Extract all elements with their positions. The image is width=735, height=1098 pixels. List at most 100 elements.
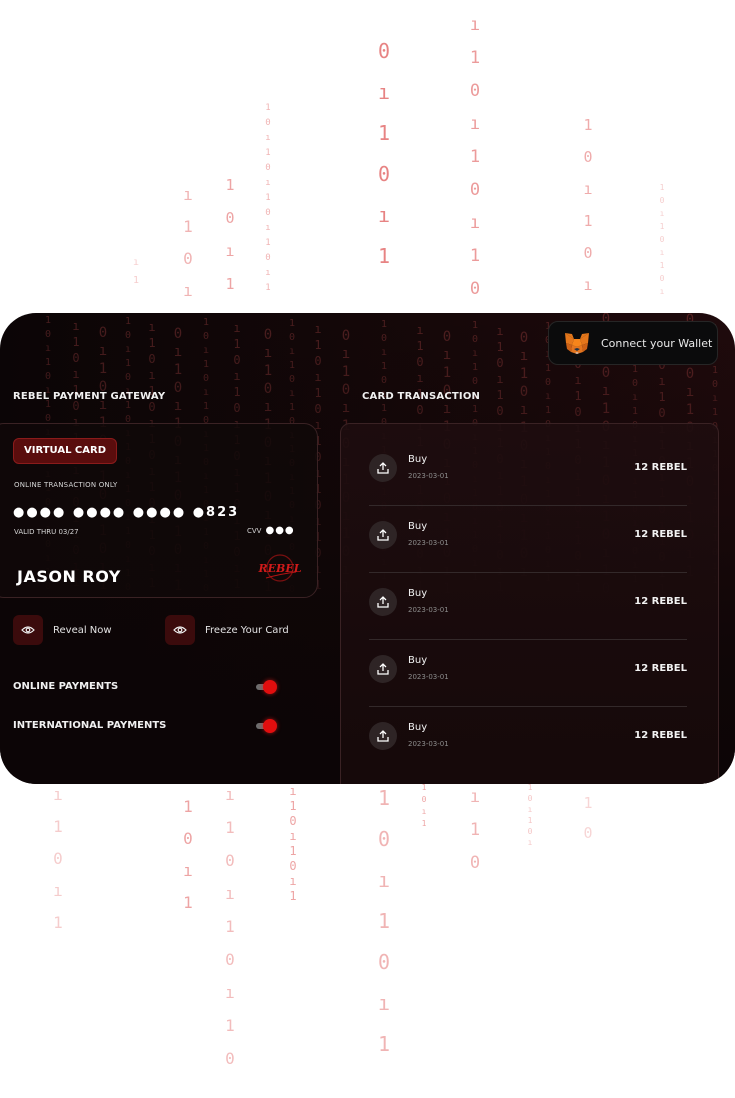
svg-text:1: 1	[45, 357, 51, 368]
card-number: ●●●● ●●●● ●●●● ●823	[13, 505, 240, 520]
svg-text:0: 0	[125, 372, 131, 383]
svg-text:ı: ı	[660, 209, 665, 218]
svg-text:1: 1	[225, 818, 235, 837]
svg-text:ı: ı	[233, 369, 240, 383]
svg-text:0: 0	[496, 404, 503, 418]
svg-text:ı: ı	[174, 398, 182, 414]
svg-text:ı: ı	[496, 372, 503, 386]
international-payments-toggle[interactable]	[256, 719, 278, 733]
svg-text:ı: ı	[658, 374, 665, 388]
svg-text:1: 1	[342, 364, 350, 380]
connect-wallet-button[interactable]: Connect your Wallet	[548, 321, 718, 365]
svg-text:0: 0	[203, 331, 209, 342]
svg-text:ı: ı	[342, 400, 350, 416]
transaction-row[interactable]: Buy 2023-03-01 12 REBEL	[369, 444, 687, 494]
svg-text:1: 1	[545, 405, 551, 416]
svg-text:1: 1	[470, 147, 480, 167]
svg-text:ı: ı	[520, 348, 528, 364]
svg-text:1: 1	[289, 889, 296, 903]
svg-text:ı: ı	[416, 371, 423, 385]
svg-text:1: 1	[660, 183, 665, 192]
svg-text:0: 0	[233, 353, 240, 367]
svg-text:0: 0	[265, 118, 270, 128]
svg-text:1: 1	[265, 103, 270, 113]
svg-text:1: 1	[183, 797, 193, 816]
cvv-label: CVV	[247, 527, 262, 535]
svg-text:1: 1	[125, 316, 131, 327]
svg-text:1: 1	[289, 360, 295, 371]
svg-text:0: 0	[470, 853, 480, 873]
svg-text:1: 1	[265, 238, 270, 248]
svg-text:0: 0	[265, 253, 270, 263]
transaction-amount: 12 REBEL	[634, 462, 687, 473]
svg-text:ı: ı	[632, 392, 638, 403]
svg-text:1: 1	[520, 366, 528, 382]
svg-text:0: 0	[443, 329, 451, 345]
online-only-label: ONLINE TRANSACTION ONLY	[14, 481, 118, 489]
transaction-row[interactable]: Buy 2023-03-01 12 REBEL	[369, 645, 687, 695]
svg-text:0: 0	[264, 381, 272, 397]
svg-text:1: 1	[289, 318, 295, 329]
svg-text:0: 0	[378, 827, 390, 851]
svg-text:1: 1	[133, 275, 139, 286]
svg-text:ı: ı	[686, 384, 694, 400]
svg-text:0: 0	[225, 1049, 235, 1068]
svg-text:1: 1	[174, 362, 182, 378]
reveal-now-label: Reveal Now	[53, 624, 112, 636]
transaction-date: 2023-03-01	[408, 539, 449, 547]
svg-text:0: 0	[545, 377, 551, 388]
svg-text:ı: ı	[470, 114, 480, 134]
svg-text:ı: ı	[289, 346, 295, 357]
svg-text:1: 1	[378, 786, 390, 810]
svg-text:1: 1	[443, 365, 451, 381]
transaction-row[interactable]: Buy 2023-03-01 12 REBEL	[369, 511, 687, 561]
svg-text:ı: ı	[53, 785, 63, 804]
transaction-type: Buy	[408, 655, 428, 666]
svg-text:ı: ı	[378, 80, 390, 104]
svg-text:0: 0	[378, 39, 390, 63]
transaction-type: Buy	[408, 521, 428, 532]
svg-text:1: 1	[265, 148, 270, 158]
rebel-logo-text: REBEL	[258, 562, 302, 575]
svg-text:1: 1	[53, 913, 63, 932]
svg-text:0: 0	[289, 374, 295, 385]
transaction-date: 2023-03-01	[408, 606, 449, 614]
upload-icon	[369, 521, 397, 549]
svg-text:ı: ı	[528, 838, 533, 847]
svg-text:0: 0	[583, 244, 592, 262]
svg-text:1: 1	[528, 816, 533, 825]
freeze-card-button[interactable]: Freeze Your Card	[165, 615, 289, 645]
svg-text:0: 0	[183, 249, 193, 268]
transaction-date: 2023-03-01	[408, 472, 449, 480]
svg-text:1: 1	[602, 401, 610, 417]
svg-text:1: 1	[183, 217, 193, 236]
svg-text:0: 0	[99, 325, 107, 341]
svg-text:ı: ı	[289, 829, 296, 843]
svg-text:0: 0	[45, 371, 51, 382]
svg-text:ı: ı	[203, 345, 209, 356]
svg-text:1: 1	[583, 116, 592, 134]
transaction-row[interactable]: Buy 2023-03-01 12 REBEL	[369, 712, 687, 762]
reveal-now-button[interactable]: Reveal Now	[13, 615, 112, 645]
svg-text:0: 0	[174, 326, 182, 342]
svg-text:0: 0	[125, 330, 131, 341]
svg-text:ı: ı	[660, 287, 665, 296]
svg-text:0: 0	[528, 794, 533, 803]
svg-text:ı: ı	[289, 784, 296, 798]
svg-text:ı: ı	[174, 344, 182, 360]
freeze-card-label: Freeze Your Card	[205, 624, 289, 636]
svg-text:ı: ı	[583, 276, 592, 294]
transaction-amount: 12 REBEL	[634, 730, 687, 741]
transactions-title: CARD TRANSACTION	[362, 391, 481, 402]
svg-text:ı: ı	[125, 344, 131, 355]
online-payments-toggle[interactable]	[256, 680, 278, 694]
svg-text:1: 1	[712, 407, 718, 418]
rebel-logo: REBEL	[258, 554, 302, 582]
svg-text:1: 1	[72, 335, 79, 349]
svg-text:0: 0	[583, 824, 592, 842]
svg-text:1: 1	[660, 222, 665, 231]
svg-text:0: 0	[470, 81, 480, 101]
svg-text:1: 1	[416, 339, 423, 353]
svg-text:1: 1	[470, 820, 480, 840]
transaction-row[interactable]: Buy 2023-03-01 12 REBEL	[369, 578, 687, 628]
